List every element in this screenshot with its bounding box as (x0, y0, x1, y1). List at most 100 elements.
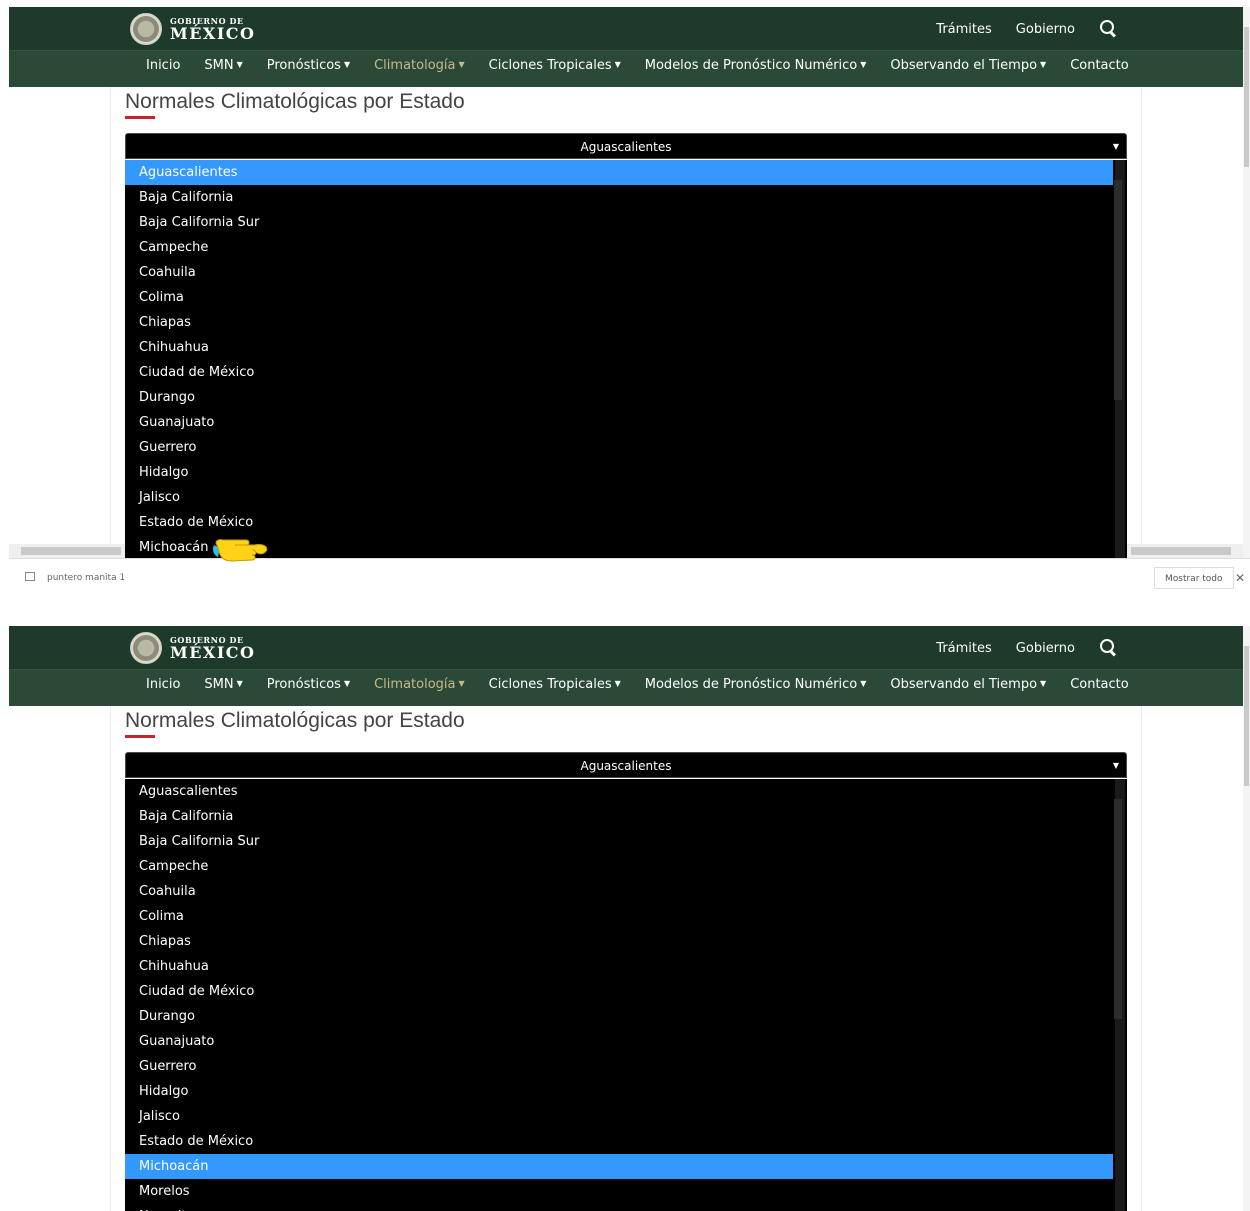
caret-down-icon: ▼ (458, 679, 465, 688)
top-links: Trámites Gobierno (936, 20, 1117, 38)
state-option[interactable]: Baja California Sur (125, 829, 1113, 854)
state-option[interactable]: Durango (125, 385, 1113, 410)
state-select-value: Aguascalientes (580, 140, 672, 154)
download-file-label[interactable]: puntero manita 1 (47, 573, 125, 583)
close-icon[interactable]: ✕ (1235, 571, 1245, 585)
caret-down-icon: ▼ (1040, 60, 1047, 69)
state-option[interactable]: Nayarit (125, 1204, 1113, 1211)
state-option[interactable]: Chiapas (125, 310, 1113, 335)
nav-item-ciclones-tropicales[interactable]: Ciclones Tropicales ▼ (489, 677, 621, 692)
state-dropdown-list[interactable]: Aguascalientes Baja California Baja Califo… (125, 160, 1127, 597)
state-option[interactable]: Colima (125, 904, 1113, 929)
nav-item-ciclones-tropicales[interactable]: Ciclones Tropicales ▼ (489, 58, 621, 73)
state-option[interactable]: Michoacán (125, 535, 1113, 560)
dropdown-scrollbar[interactable] (1114, 160, 1125, 597)
gobierno-mexico-logo[interactable]: GOBIERNO DE MÉXICO (130, 630, 255, 666)
state-option[interactable]: Guanajuato (125, 410, 1113, 435)
nav-item-label: Ciclones Tropicales (488, 58, 612, 73)
nav-item-observando-el-tiempo[interactable]: Observando el Tiempo ▼ (890, 677, 1046, 692)
state-option[interactable]: Estado de México (125, 510, 1113, 535)
nav-item-modelos-de-pron-stico-num-rico[interactable]: Modelos de Pronóstico Numérico ▼ (645, 58, 867, 73)
gobierno-mexico-logo[interactable]: GOBIERNO DE MÉXICO (130, 11, 255, 47)
dropdown-scrollbar[interactable] (1114, 779, 1125, 1211)
state-option[interactable]: Guerrero (125, 435, 1113, 460)
nav-item-label: Modelos de Pronóstico Numérico (644, 58, 858, 73)
state-option[interactable]: Chihuahua (125, 954, 1113, 979)
state-dropdown-list[interactable]: Aguascalientes Baja California Baja Califo… (125, 779, 1127, 1211)
select-arrow-icon: ▼ (1112, 142, 1119, 151)
state-option[interactable]: Jalisco (125, 1104, 1113, 1129)
caret-down-icon: ▼ (343, 60, 351, 69)
nav-items: Inicio SMN ▼ Pronósticos ▼ Climatología ▼ Ciclo… (146, 58, 1153, 73)
caret-down-icon: ▼ (614, 60, 621, 69)
search-icon[interactable] (1099, 639, 1117, 657)
nav-item-modelos-de-pron-stico-num-rico[interactable]: Modelos de Pronóstico Numérico ▼ (645, 677, 867, 692)
nav-item-label: SMN (204, 58, 234, 73)
gobierno-link[interactable]: Gobierno (1016, 22, 1075, 37)
logo-big-text: MÉXICO (170, 642, 256, 662)
page-scroll-thumb[interactable] (1244, 27, 1249, 167)
nav-item-smn[interactable]: SMN ▼ (204, 58, 242, 73)
state-option[interactable]: Coahuila (125, 879, 1113, 904)
file-icon (25, 572, 35, 581)
horizontal-scrollbar-left[interactable] (9, 544, 125, 558)
page-scrollbar[interactable] (1243, 7, 1250, 597)
nav-item-inicio[interactable]: Inicio (146, 58, 180, 73)
state-option[interactable]: Chihuahua (125, 335, 1113, 360)
show-all-button[interactable]: Mostrar todo (1154, 567, 1234, 589)
gobierno-link[interactable]: Gobierno (1016, 641, 1075, 656)
nav-item-pron-sticos[interactable]: Pronósticos ▼ (267, 677, 350, 692)
page-title: Normales Climatológicas por Estado (125, 709, 465, 732)
horizontal-scrollbar-right[interactable] (1127, 544, 1243, 558)
dropdown-scroll-thumb[interactable] (1114, 180, 1122, 400)
state-option[interactable]: Morelos (125, 1179, 1113, 1204)
caret-down-icon: ▼ (236, 60, 243, 69)
state-option[interactable]: Campeche (125, 854, 1113, 879)
page-scroll-thumb[interactable] (1244, 646, 1249, 786)
tramites-link[interactable]: Trámites (936, 641, 992, 656)
nav-item-observando-el-tiempo[interactable]: Observando el Tiempo ▼ (890, 58, 1046, 73)
nav-item-inicio[interactable]: Inicio (146, 677, 180, 692)
state-option[interactable]: Aguascalientes (125, 160, 1113, 185)
state-select[interactable]: Aguascalientes ▼ (125, 752, 1127, 778)
hscroll-thumb[interactable] (21, 547, 121, 555)
nav-item-climatolog-a[interactable]: Climatología ▼ (374, 677, 465, 692)
state-option[interactable]: Aguascalientes (125, 779, 1113, 804)
state-option[interactable]: Ciudad de México (125, 360, 1113, 385)
search-icon[interactable] (1099, 20, 1117, 38)
caret-down-icon: ▼ (1040, 679, 1047, 688)
state-option[interactable]: Campeche (125, 235, 1113, 260)
state-option[interactable]: Coahuila (125, 260, 1113, 285)
state-option[interactable]: Jalisco (125, 485, 1113, 510)
nav-items: Inicio SMN ▼ Pronósticos ▼ Climatología ▼ Ciclo… (146, 677, 1153, 692)
state-option[interactable]: Michoacán (125, 1154, 1113, 1179)
tramites-link[interactable]: Trámites (936, 22, 992, 37)
state-option[interactable]: Estado de México (125, 1129, 1113, 1154)
state-option[interactable]: Baja California Sur (125, 210, 1113, 235)
nav-item-label: Contacto (1070, 677, 1129, 692)
nav-item-pron-sticos[interactable]: Pronósticos ▼ (267, 58, 350, 73)
page-title: Normales Climatológicas por Estado (125, 90, 465, 113)
page-scrollbar[interactable] (1243, 626, 1250, 1211)
state-option[interactable]: Hidalgo (125, 460, 1113, 485)
screenshot-after: GOBIERNO DE MÉXICO Trámites Gobierno Ini… (0, 619, 1250, 1211)
nav-item-label: Observando el Tiempo (890, 677, 1038, 692)
state-option[interactable]: Ciudad de México (125, 979, 1113, 1004)
state-select[interactable]: Aguascalientes ▼ (125, 133, 1127, 159)
nav-item-contacto[interactable]: Contacto (1070, 58, 1129, 73)
state-option[interactable]: Baja California (125, 804, 1113, 829)
state-option[interactable]: Hidalgo (125, 1079, 1113, 1104)
state-option[interactable]: Chiapas (125, 929, 1113, 954)
hscroll-thumb[interactable] (1131, 547, 1231, 555)
nav-item-contacto[interactable]: Contacto (1070, 677, 1129, 692)
nav-item-smn[interactable]: SMN ▼ (204, 677, 242, 692)
top-links: Trámites Gobierno (936, 639, 1117, 657)
state-option[interactable]: Baja California (125, 185, 1113, 210)
state-option[interactable]: Guerrero (125, 1054, 1113, 1079)
state-option[interactable]: Durango (125, 1004, 1113, 1029)
nav-item-label: Pronósticos (266, 58, 341, 73)
state-option[interactable]: Colima (125, 285, 1113, 310)
state-option[interactable]: Guanajuato (125, 1029, 1113, 1054)
dropdown-scroll-thumb[interactable] (1114, 799, 1122, 1019)
nav-item-climatolog-a[interactable]: Climatología ▼ (374, 58, 465, 73)
